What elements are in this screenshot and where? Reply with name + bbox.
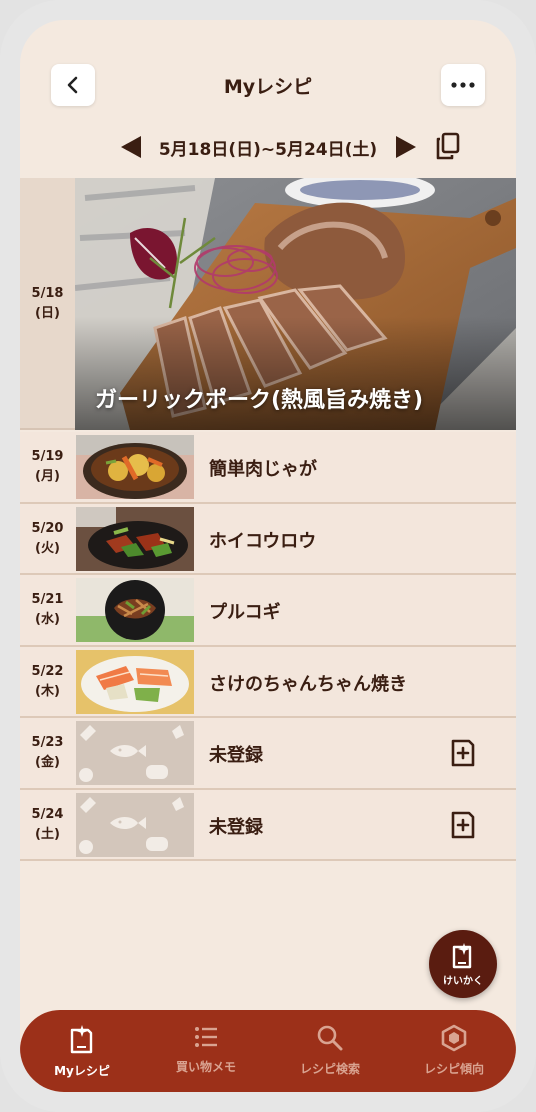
day-label: 5/23 (金) xyxy=(20,718,75,788)
tab-label: 買い物メモ xyxy=(175,1060,236,1074)
tab-recipe-search[interactable]: レシピ検索 xyxy=(268,1024,392,1084)
plan-fab-button[interactable]: けいかく xyxy=(429,930,497,998)
next-week-button[interactable] xyxy=(396,136,416,158)
book-plus-icon xyxy=(70,1025,93,1054)
recipe-name: ホイコウロウ xyxy=(209,530,317,552)
day-label: 5/18 (日) xyxy=(20,178,75,430)
date-text: 5/24 xyxy=(31,806,64,822)
tab-shopping-memo[interactable]: 買い物メモ xyxy=(144,1024,268,1084)
featured-recipe-row[interactable]: 5/18 (日) ガーリックポーク(熱風旨み焼き) xyxy=(20,178,516,430)
weekday-text: (金) xyxy=(35,755,60,770)
hexagon-icon xyxy=(441,1024,467,1052)
list-item[interactable]: 5/23 (金) 未登録 xyxy=(20,718,516,790)
featured-recipe-title: ガーリックポーク(熱風旨み焼き) xyxy=(95,388,424,413)
recipe-thumbnail xyxy=(76,578,194,642)
sparkle-book-icon xyxy=(452,943,472,969)
weekday-text: (土) xyxy=(35,826,60,842)
recipe-thumbnail xyxy=(76,506,194,571)
list-item[interactable]: 5/22 (木) さけのちゃんちゃん焼き xyxy=(20,646,516,718)
recipe-name: 未登録 xyxy=(209,745,263,766)
list-item[interactable]: 5/20 (火) ホイコウロウ xyxy=(20,503,516,575)
day-label: 5/22 (木) xyxy=(20,647,75,717)
weekday-text: (月) xyxy=(35,469,60,484)
day-label: 5/21 (水) xyxy=(20,575,75,645)
week-range: 5月18日(日)~5月24日(土) xyxy=(158,140,378,160)
placeholder-thumbnail xyxy=(76,721,194,785)
list-icon xyxy=(195,1027,217,1047)
day-label: 5/19 (月) xyxy=(20,432,75,502)
recipe-name: 簡単肉じゃが xyxy=(209,459,317,480)
more-button[interactable] xyxy=(441,64,485,106)
date-text: 5/20 xyxy=(31,520,64,536)
recipe-name: さけのちゃんちゃん焼き xyxy=(209,673,407,695)
add-recipe-icon[interactable] xyxy=(450,810,476,840)
date-text: 5/22 xyxy=(31,663,64,679)
tab-label: レシピ傾向 xyxy=(423,1062,484,1076)
fab-label: けいかく xyxy=(443,976,483,987)
day-label: 5/20 (火) xyxy=(20,504,75,574)
tab-recipe-trends[interactable]: レシピ傾向 xyxy=(392,1024,516,1084)
tab-my-recipe[interactable]: Myレシピ xyxy=(20,1024,144,1084)
weekday-text: (日) xyxy=(35,306,60,321)
weekly-recipe-list: 5/19 (月) 簡単肉じゃが 5/20 (火) ホイコウロウ 5/21 (水)… xyxy=(20,432,516,861)
previous-week-button[interactable] xyxy=(121,136,141,158)
device-frame: Myレシピ 5月18日(日)~5月24日(土) 5/18 (日) ガーリックポー… xyxy=(0,0,536,1112)
search-icon xyxy=(317,1025,343,1051)
recipe-name: プルコギ xyxy=(209,602,281,623)
recipe-thumbnail xyxy=(76,435,194,499)
recipe-photo: ガーリックポーク(熱風旨み焼き) xyxy=(75,178,516,430)
recipe-name: 未登録 xyxy=(209,816,263,838)
header: Myレシピ 5月18日(日)~5月24日(土) xyxy=(20,20,516,160)
bottom-tab-bar: Myレシピ 買い物メモ レシピ検索 レシピ傾向 xyxy=(20,1010,516,1092)
copy-icon[interactable] xyxy=(435,132,461,160)
placeholder-thumbnail xyxy=(76,792,194,857)
day-label: 5/24 (土) xyxy=(20,790,75,860)
list-item[interactable]: 5/24 (土) 未登録 xyxy=(20,789,516,861)
weekday-text: (水) xyxy=(35,612,60,627)
list-item[interactable]: 5/19 (月) 簡単肉じゃが xyxy=(20,432,516,504)
date-text: 5/23 xyxy=(31,735,64,750)
week-navigator: 5月18日(日)~5月24日(土) xyxy=(20,132,516,162)
tab-label: レシピ検索 xyxy=(299,1062,360,1076)
date-text: 5/21 xyxy=(31,592,64,607)
list-item[interactable]: 5/21 (水) プルコギ xyxy=(20,575,516,647)
date-text: 5/18 xyxy=(31,286,64,301)
weekday-text: (火) xyxy=(35,540,60,556)
date-text: 5/19 xyxy=(31,449,64,464)
weekday-text: (木) xyxy=(35,683,60,699)
add-recipe-icon[interactable] xyxy=(450,738,476,768)
more-dots-icon xyxy=(451,82,475,88)
tab-label: Myレシピ xyxy=(54,1064,110,1078)
recipe-thumbnail xyxy=(76,649,194,714)
app-screen: Myレシピ 5月18日(日)~5月24日(土) 5/18 (日) ガーリックポー… xyxy=(20,20,516,1092)
